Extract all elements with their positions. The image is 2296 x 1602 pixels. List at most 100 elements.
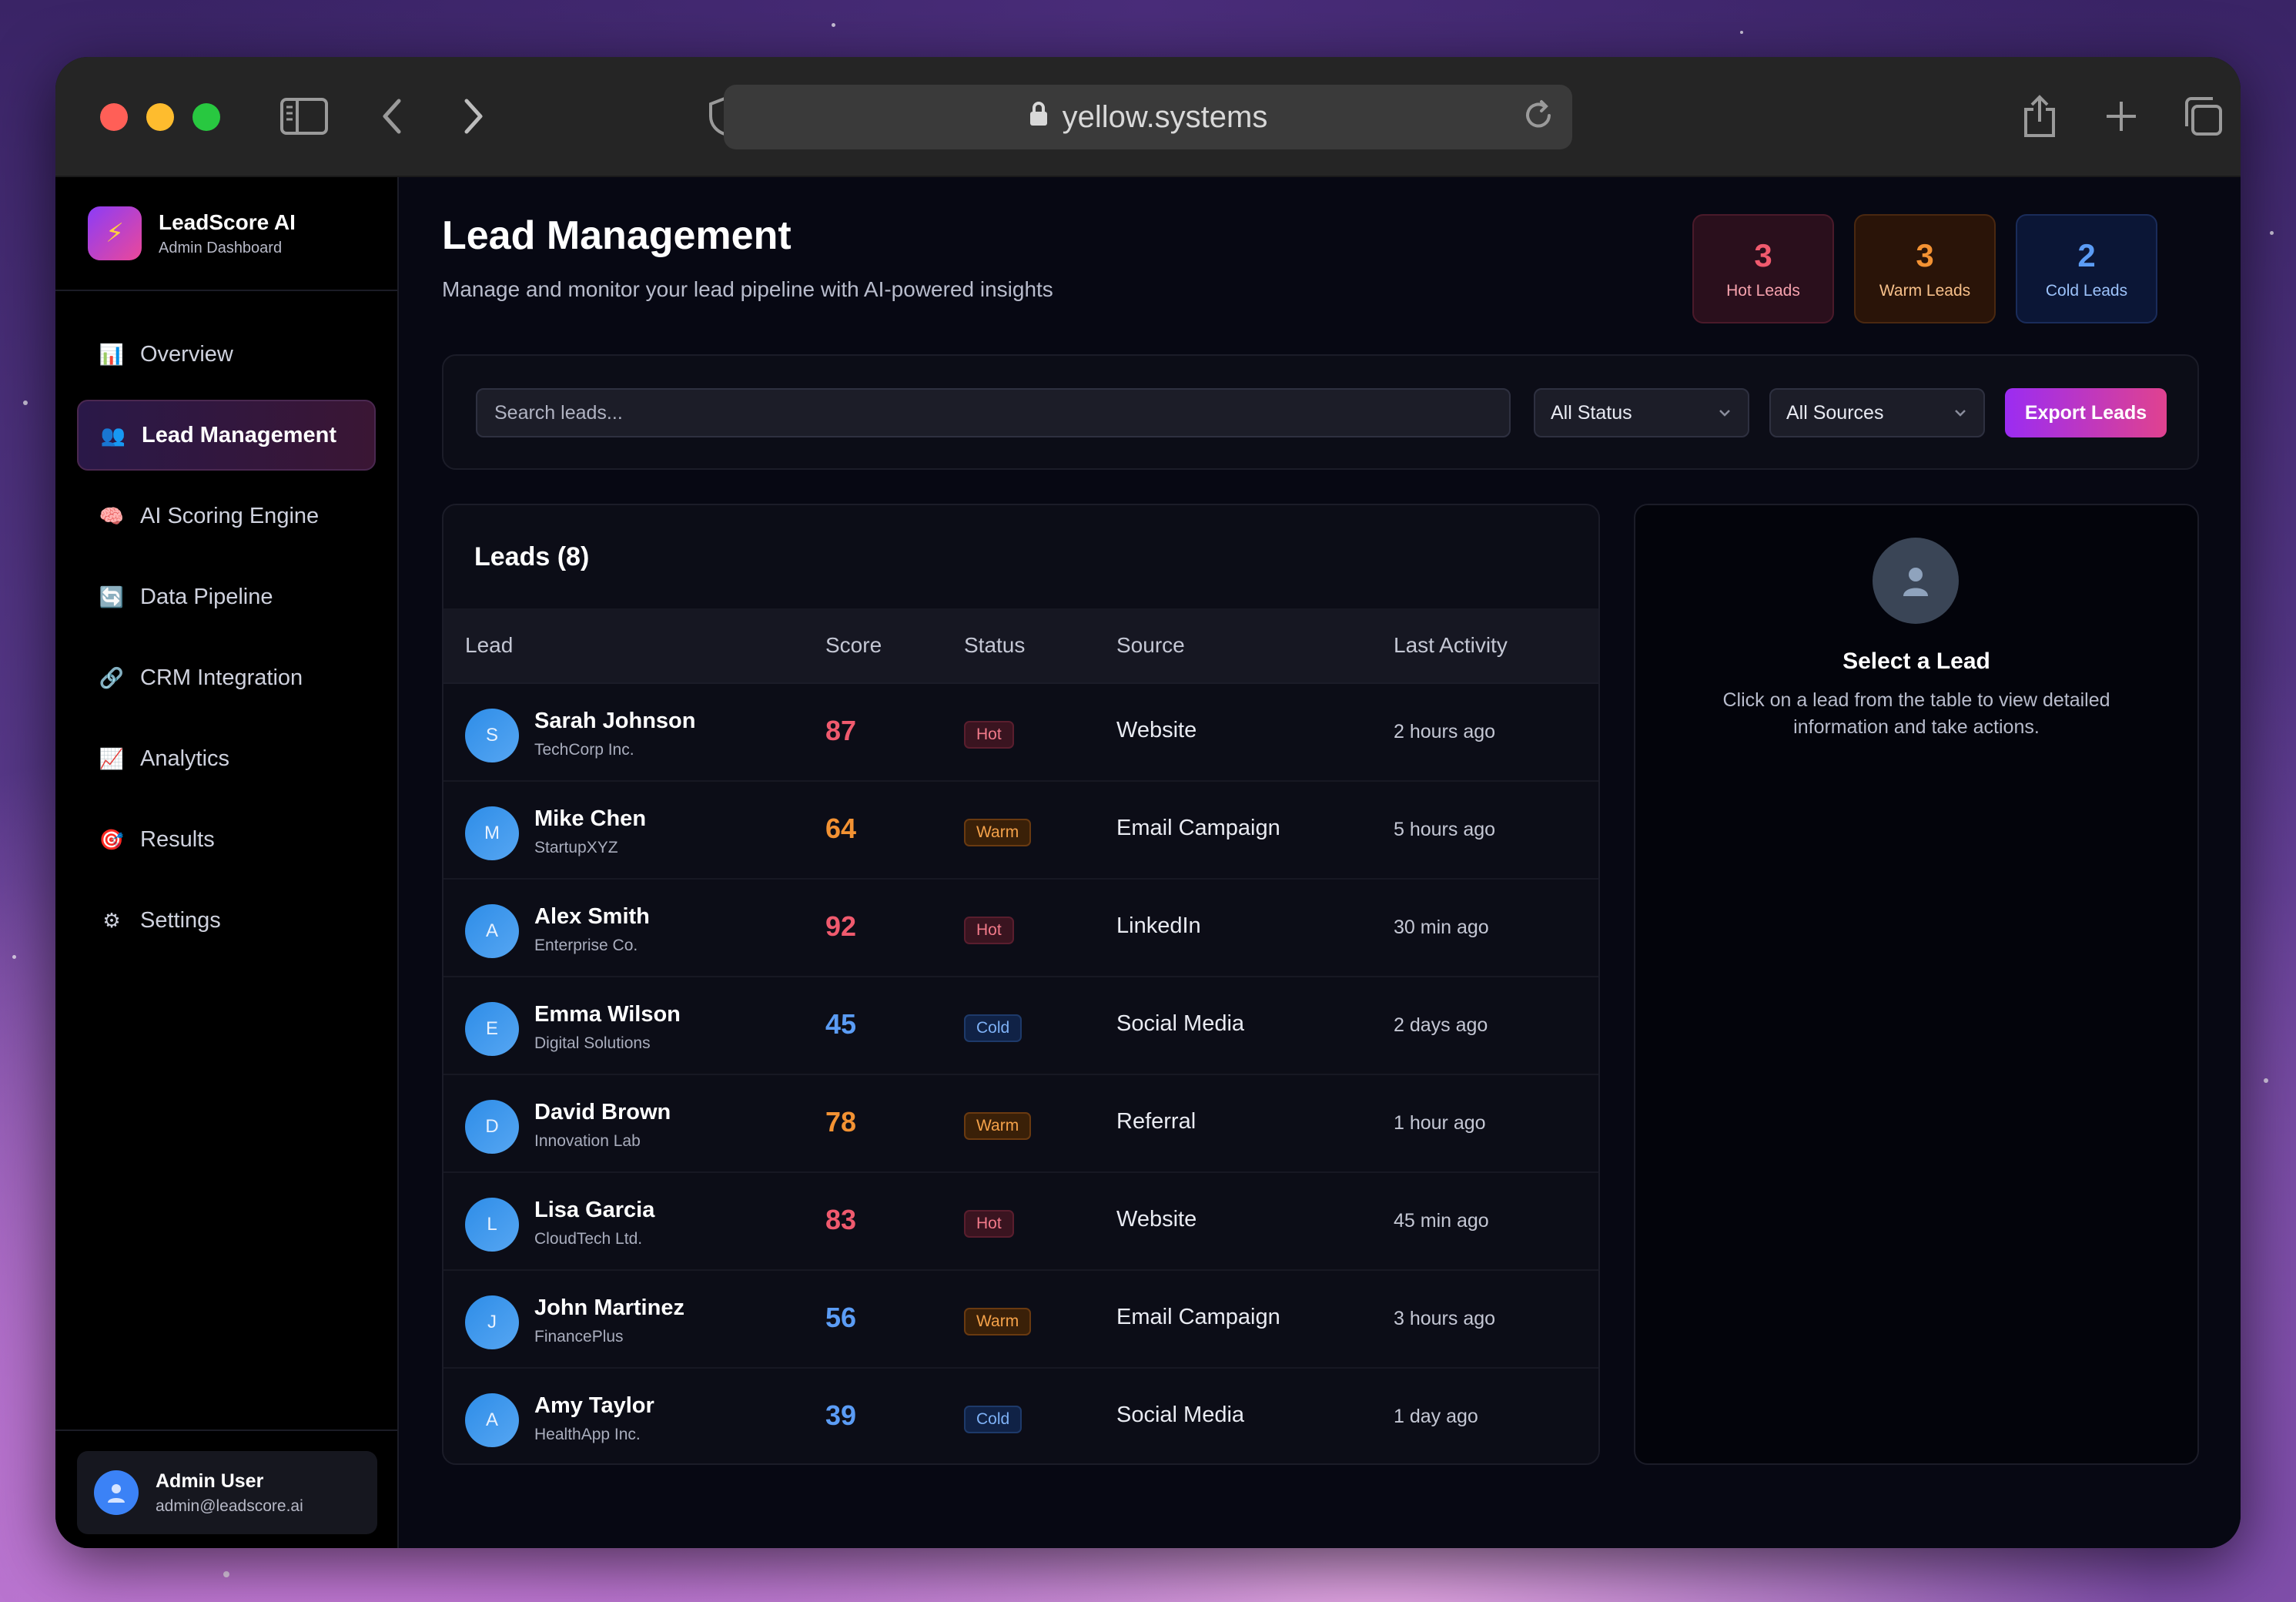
background-star — [1740, 31, 1743, 34]
lead-score: 92 — [825, 910, 857, 942]
sidebar-item-label: AI Scoring Engine — [140, 503, 320, 528]
brand-header: ⚡ LeadScore AI Admin Dashboard — [55, 177, 397, 291]
column-header-lead[interactable]: Lead — [465, 633, 513, 658]
lead-name: John Martinez — [534, 1295, 684, 1320]
background-star — [23, 400, 28, 405]
lead-avatar: S — [465, 709, 519, 762]
sidebar-item-data-pipeline[interactable]: 🔄 Data Pipeline — [77, 561, 376, 632]
source-filter-select[interactable]: All Sources — [1769, 388, 1985, 437]
column-header-status[interactable]: Status — [964, 633, 1025, 658]
lead-source: Social Media — [1116, 1011, 1245, 1036]
lock-icon — [1029, 100, 1049, 135]
table-row[interactable]: D David Brown Innovation Lab 78 Warm Referral… — [443, 1075, 1598, 1173]
analytics-icon: 📈 — [99, 746, 125, 770]
lead-source: Email Campaign — [1116, 1305, 1280, 1329]
forward-arrow-icon[interactable] — [448, 91, 499, 142]
lead-score: 87 — [825, 715, 857, 746]
lead-avatar: A — [465, 1393, 519, 1447]
sidebar-item-lead-management[interactable]: 👥 Lead Management — [77, 400, 376, 471]
app-container: ⚡ LeadScore AI Admin Dashboard 📊 Overview… — [55, 177, 2241, 1548]
lead-name: Emma Wilson — [534, 1002, 681, 1027]
results-icon: 🎯 — [99, 827, 125, 851]
main-content: Lead Management Manage and monitor your … — [399, 177, 2241, 1548]
search-input[interactable] — [476, 388, 1511, 437]
lead-score: 64 — [825, 813, 857, 844]
lead-avatar: M — [465, 806, 519, 860]
stat-hot-leads: 3 Hot Leads — [1692, 214, 1834, 323]
stat-cold-value: 2 — [2077, 237, 2096, 273]
status-badge: Warm — [964, 819, 1032, 846]
sidebar-item-settings[interactable]: ⚙ Settings — [77, 885, 376, 956]
sidebar-item-analytics[interactable]: 📈 Analytics — [77, 723, 376, 794]
table-row[interactable]: S Sarah Johnson TechCorp Inc. 87 Hot Website 2… — [443, 684, 1598, 782]
sidebar-item-label: CRM Integration — [140, 665, 303, 690]
sidebar-item-results[interactable]: 🎯 Results — [77, 804, 376, 875]
sidebar-item-label: Overview — [140, 341, 233, 367]
lead-company: FinancePlus — [534, 1328, 624, 1346]
export-leads-button[interactable]: Export Leads — [2005, 388, 2167, 437]
minimize-window-button[interactable] — [146, 103, 174, 131]
share-icon[interactable] — [2014, 91, 2065, 142]
lead-source: Email Campaign — [1116, 816, 1280, 840]
ai-scoring-engine-icon: 🧠 — [99, 504, 125, 528]
background-star — [832, 23, 835, 27]
sidebar-item-crm-integration[interactable]: 🔗 CRM Integration — [77, 642, 376, 713]
lead-avatar: J — [465, 1295, 519, 1349]
sidebar-item-overview[interactable]: 📊 Overview — [77, 319, 376, 390]
lead-source: Social Media — [1116, 1403, 1245, 1427]
stat-hot-label: Hot Leads — [1726, 282, 1800, 300]
column-header-source[interactable]: Source — [1116, 633, 1185, 658]
chevron-down-icon — [1717, 404, 1732, 426]
back-arrow-icon[interactable] — [366, 91, 417, 142]
browser-window: yellow.systems ⚡ LeadScore AI Admin Dash… — [55, 57, 2241, 1548]
new-tab-icon[interactable] — [2096, 91, 2147, 142]
table-row[interactable]: J John Martinez FinancePlus 56 Warm Email Cam… — [443, 1271, 1598, 1369]
lead-last-activity: 45 min ago — [1394, 1210, 1489, 1232]
sidebar-divider — [55, 1429, 397, 1431]
sidebar-toggle-icon[interactable] — [279, 91, 330, 142]
table-row[interactable]: A Alex Smith Enterprise Co. 92 Hot LinkedIn 30… — [443, 880, 1598, 977]
close-window-button[interactable] — [100, 103, 128, 131]
column-header-score[interactable]: Score — [825, 633, 882, 658]
table-row[interactable]: A Amy Taylor HealthApp Inc. 39 Cold Social Me… — [443, 1369, 1598, 1463]
detail-description: Click on a lead from the table to view d… — [1722, 689, 2110, 738]
table-row[interactable]: L Lisa Garcia CloudTech Ltd. 83 Hot Website 45… — [443, 1173, 1598, 1271]
lead-source: LinkedIn — [1116, 913, 1201, 938]
status-badge: Warm — [964, 1112, 1032, 1140]
background-star — [2264, 1078, 2268, 1083]
lead-source: Referral — [1116, 1109, 1197, 1134]
sidebar-item-ai-scoring-engine[interactable]: 🧠 AI Scoring Engine — [77, 481, 376, 551]
stat-warm-leads: 3 Warm Leads — [1854, 214, 1996, 323]
background-star — [223, 1571, 229, 1577]
lead-company: StartupXYZ — [534, 839, 618, 856]
status-badge: Hot — [964, 917, 1014, 944]
tab-overview-icon[interactable] — [2177, 91, 2228, 142]
lead-source: Website — [1116, 1207, 1197, 1232]
user-email: admin@leadscore.ai — [156, 1496, 303, 1515]
filter-bar: All Status All Sources Export Leads — [442, 354, 2199, 470]
lead-avatar: A — [465, 904, 519, 958]
lead-score: 56 — [825, 1302, 857, 1333]
overview-icon: 📊 — [99, 342, 125, 366]
lead-last-activity: 1 hour ago — [1394, 1112, 1486, 1134]
user-avatar-icon — [94, 1470, 139, 1515]
lead-last-activity: 2 hours ago — [1394, 721, 1496, 742]
column-header-last-activity[interactable]: Last Activity — [1394, 633, 1508, 658]
stat-cold-label: Cold Leads — [2045, 282, 2128, 300]
user-placeholder-icon — [1873, 538, 1959, 624]
table-row[interactable]: E Emma Wilson Digital Solutions 45 Cold Socia… — [443, 977, 1598, 1075]
address-bar[interactable]: yellow.systems — [724, 85, 1572, 149]
lead-name: Alex Smith — [534, 904, 650, 929]
reload-icon[interactable] — [1521, 99, 1555, 140]
leads-table-title: Leads (8) — [474, 541, 590, 571]
lead-source: Website — [1116, 718, 1197, 742]
table-body: S Sarah Johnson TechCorp Inc. 87 Hot Website 2… — [443, 684, 1598, 1463]
lead-avatar: E — [465, 1002, 519, 1056]
brand-subtitle: Admin Dashboard — [159, 239, 283, 256]
table-row[interactable]: M Mike Chen StartupXYZ 64 Warm Email Campaign… — [443, 782, 1598, 880]
chevron-down-icon — [1953, 404, 1968, 426]
maximize-window-button[interactable] — [192, 103, 220, 131]
lead-last-activity: 1 day ago — [1394, 1406, 1478, 1427]
status-filter-select[interactable]: All Status — [1534, 388, 1749, 437]
user-profile[interactable]: Admin User admin@leadscore.ai — [77, 1451, 377, 1534]
